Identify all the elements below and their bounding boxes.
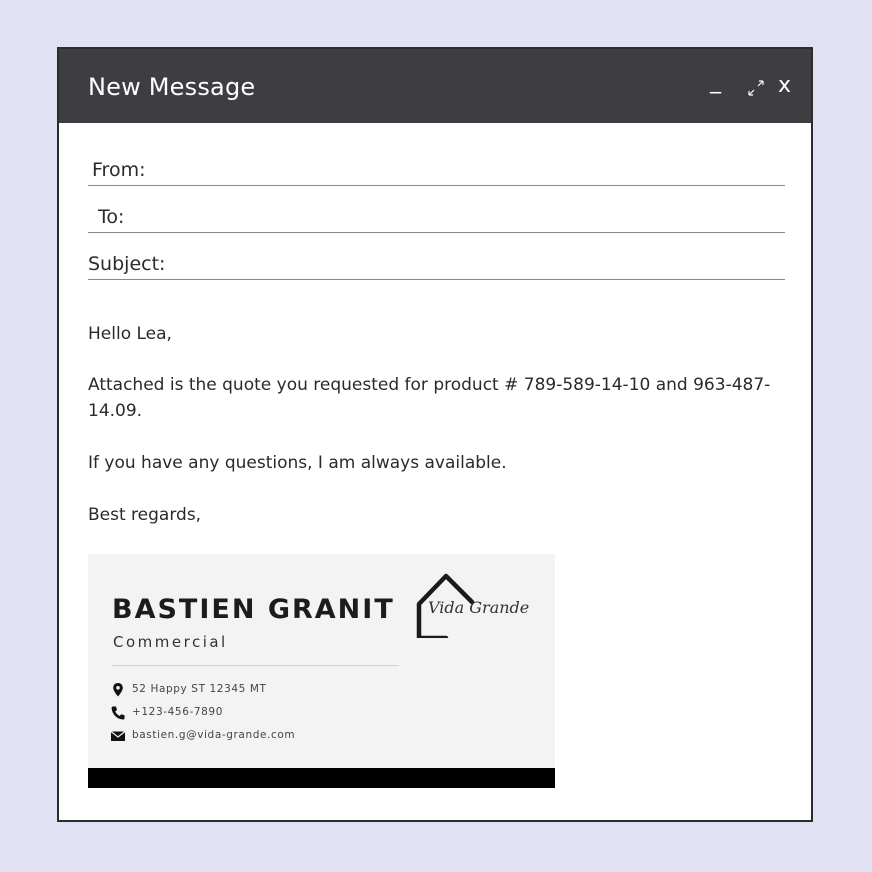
phone-icon — [111, 706, 125, 720]
message-line-2[interactable]: If you have any questions, I am always a… — [88, 450, 778, 476]
minimize-button[interactable]: _ — [710, 71, 721, 93]
close-button[interactable]: x — [778, 75, 791, 97]
signature-footer-bar — [88, 768, 555, 788]
location-pin-icon — [113, 683, 123, 697]
signature-logo-text: Vida Grande — [428, 598, 530, 617]
envelope-icon — [110, 731, 126, 741]
window-title: New Message — [88, 73, 256, 101]
signature-divider — [112, 665, 399, 666]
from-field: From: — [88, 149, 785, 186]
message-closing[interactable]: Best regards, — [88, 502, 778, 528]
expand-icon — [748, 80, 764, 96]
to-input[interactable] — [130, 199, 785, 230]
signature-email[interactable]: bastien.g@vida-grande.com — [132, 729, 295, 741]
signature-phone[interactable]: +123-456-7890 — [132, 706, 223, 718]
subject-field: Subject: — [88, 244, 785, 280]
title-bar: New Message _ x — [59, 49, 811, 123]
from-input[interactable] — [154, 149, 785, 183]
to-field: To: — [88, 199, 785, 233]
from-label: From: — [92, 159, 146, 181]
message-greeting[interactable]: Hello Lea, — [88, 321, 778, 347]
subject-label: Subject: — [88, 253, 166, 275]
signature-address: 52 Happy ST 12345 MT — [132, 683, 267, 695]
to-label: To: — [98, 206, 125, 228]
signature-name: BASTIEN GRANIT — [112, 594, 395, 625]
compose-window: New Message _ x From: To: Subject: Hello… — [57, 47, 813, 822]
expand-button[interactable] — [747, 79, 765, 97]
subject-input[interactable] — [170, 244, 785, 277]
signature-role: Commercial — [113, 633, 228, 651]
email-signature: BASTIEN GRANIT Commercial 52 Happy ST 12… — [88, 554, 555, 788]
message-line-1[interactable]: Attached is the quote you requested for … — [88, 372, 778, 424]
